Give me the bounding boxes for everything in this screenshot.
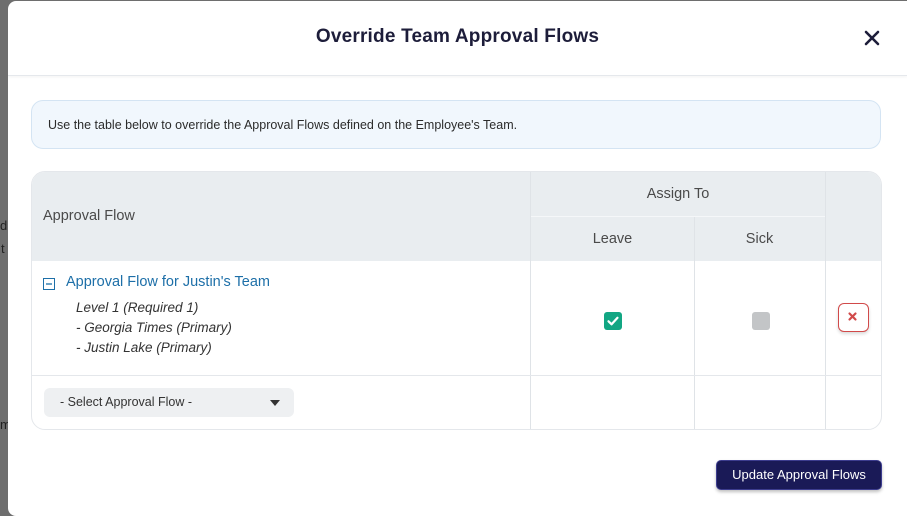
update-approval-flows-button[interactable]: Update Approval Flows xyxy=(716,460,882,490)
approval-flow-link[interactable]: Approval Flow for Justin's Team xyxy=(66,274,270,290)
flow-approver: - Georgia Times (Primary) xyxy=(76,320,232,335)
row-divider xyxy=(32,375,881,376)
row-divider xyxy=(531,216,825,217)
column-header-leave: Leave xyxy=(592,231,633,247)
info-message: Use the table below to override the Appr… xyxy=(31,100,881,149)
flow-approver: - Justin Lake (Primary) xyxy=(76,340,212,355)
column-header-assign-to: Assign To xyxy=(646,186,710,202)
table-row: Approval Flow for Justin's Team Level 1 … xyxy=(32,261,530,375)
background-text-fragment: d xyxy=(0,218,8,233)
leave-checkbox[interactable] xyxy=(604,312,622,330)
approval-flow-table: Approval Flow Assign To Leave Sick Appro… xyxy=(31,171,882,430)
select-approval-flow-value: - Select Approval Flow - xyxy=(60,395,192,409)
modal-title: Override Team Approval Flows xyxy=(315,26,600,47)
close-icon[interactable] xyxy=(862,28,882,48)
collapse-icon[interactable] xyxy=(43,277,55,290)
column-header-approval-flow: Approval Flow xyxy=(43,208,135,224)
column-header-sick: Sick xyxy=(745,231,774,247)
flow-level: Level 1 (Required 1) xyxy=(76,300,199,315)
remove-row-button[interactable] xyxy=(838,303,869,332)
select-approval-flow-dropdown[interactable]: - Select Approval Flow - xyxy=(44,388,294,417)
column-divider xyxy=(694,217,695,429)
column-divider xyxy=(825,172,826,429)
sick-checkbox[interactable] xyxy=(752,312,770,330)
caret-down-icon xyxy=(270,400,280,406)
override-approval-flows-modal: Override Team Approval Flows Use the tab… xyxy=(8,1,907,516)
column-divider xyxy=(530,172,531,429)
modal-header: Override Team Approval Flows xyxy=(8,1,907,76)
background-text-fragment: t xyxy=(1,241,5,256)
